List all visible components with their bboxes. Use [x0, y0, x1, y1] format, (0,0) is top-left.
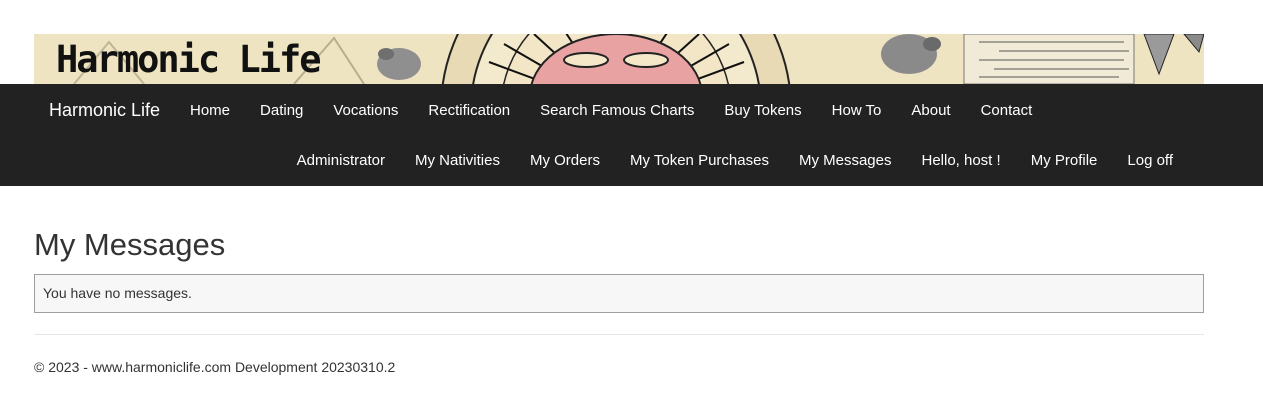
user-nav-menu: Administrator My Nativities My Orders My…: [282, 150, 1188, 172]
nav-link-my-messages[interactable]: My Messages: [784, 150, 907, 172]
footer-divider: [34, 334, 1204, 335]
nav-link-my-orders[interactable]: My Orders: [515, 150, 615, 172]
nav-link-about[interactable]: About: [896, 100, 965, 122]
nav-link-my-profile[interactable]: My Profile: [1016, 150, 1113, 172]
nav-link-my-nativities[interactable]: My Nativities: [400, 150, 515, 172]
nav-link-search-famous-charts[interactable]: Search Famous Charts: [525, 100, 709, 122]
nav-link-log-off[interactable]: Log off: [1112, 150, 1188, 172]
nav-link-buy-tokens[interactable]: Buy Tokens: [709, 100, 816, 122]
nav-link-hello-user[interactable]: Hello, host !: [906, 150, 1015, 172]
page-footer: © 2023 - www.harmoniclife.com Developmen…: [34, 357, 395, 377]
nav-link-rectification[interactable]: Rectification: [413, 100, 525, 122]
nav-link-my-token-purchases[interactable]: My Token Purchases: [615, 150, 784, 172]
page-title: My Messages: [34, 227, 226, 262]
nav-link-home[interactable]: Home: [175, 100, 245, 122]
banner-logo-text: Harmonic Life: [56, 38, 322, 81]
footer-copyright-text: © 2023 - www.harmoniclife.com Developmen…: [34, 359, 396, 375]
nav-link-dating[interactable]: Dating: [245, 100, 318, 122]
navbar-brand-link[interactable]: Harmonic Life: [49, 99, 160, 121]
nav-link-vocations[interactable]: Vocations: [318, 100, 413, 122]
top-navbar: Harmonic Life Home Dating Vocations Rect…: [0, 84, 1263, 186]
nav-link-administrator[interactable]: Administrator: [282, 150, 400, 172]
header-banner-image: Harmonic Life: [34, 34, 1204, 84]
empty-messages-text: You have no messages.: [43, 285, 192, 301]
nav-link-contact[interactable]: Contact: [966, 100, 1048, 122]
empty-messages-notice: You have no messages.: [34, 274, 1204, 313]
nav-link-how-to[interactable]: How To: [817, 100, 897, 122]
main-nav-menu: Home Dating Vocations Rectification Sear…: [175, 100, 1047, 122]
